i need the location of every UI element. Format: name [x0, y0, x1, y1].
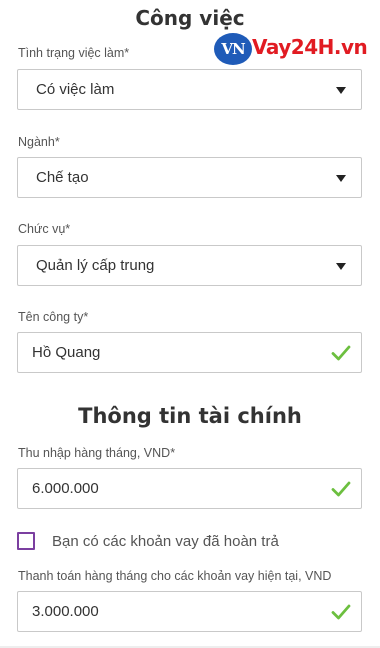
repaid-loans-option[interactable]: Bạn có các khoản vay đã hoàn trả — [17, 532, 362, 552]
employment-status-select[interactable]: Có việc làm — [17, 69, 362, 110]
industry-label: Ngành* — [18, 135, 60, 149]
section-title-finance: Thông tin tài chính — [78, 404, 302, 428]
monthly-income-label: Thu nhập hàng tháng, VND* — [18, 446, 176, 460]
monthly-payment-input[interactable]: 3.000.000 — [17, 591, 362, 632]
caret-down-icon — [336, 263, 346, 270]
company-label: Tên công ty* — [18, 310, 89, 324]
industry-value: Chế tạo — [36, 169, 89, 186]
monthly-income-input[interactable]: 6.000.000 — [17, 468, 362, 509]
section-title-work: Công việc — [135, 6, 245, 30]
check-icon — [331, 345, 351, 361]
check-icon — [331, 481, 351, 497]
monthly-payment-label: Thanh toán hàng tháng cho các khoản vay … — [18, 569, 332, 583]
position-select[interactable]: Quản lý cấp trung — [17, 245, 362, 286]
employment-status-label: Tình trạng việc làm* — [18, 46, 130, 60]
caret-down-icon — [336, 87, 346, 94]
monthly-income-value: 6.000.000 — [32, 480, 99, 497]
position-label: Chức vụ* — [18, 222, 71, 236]
repaid-loans-checkbox[interactable] — [17, 532, 35, 550]
caret-down-icon — [336, 175, 346, 182]
repaid-loans-label[interactable]: Bạn có các khoản vay đã hoàn trả — [52, 533, 279, 550]
industry-select[interactable]: Chế tạo — [17, 157, 362, 198]
position-value: Quản lý cấp trung — [36, 257, 155, 274]
company-value: Hồ Quang — [32, 344, 101, 361]
company-input[interactable]: Hồ Quang — [17, 332, 362, 373]
monthly-payment-value: 3.000.000 — [32, 603, 99, 620]
vay24h-logo: VN Vay24H.vn — [214, 32, 380, 66]
employment-status-value: Có việc làm — [36, 81, 115, 98]
logo-text: Vay24H.vn — [252, 35, 368, 59]
check-icon — [331, 604, 351, 620]
logo-badge: VN — [214, 33, 252, 65]
